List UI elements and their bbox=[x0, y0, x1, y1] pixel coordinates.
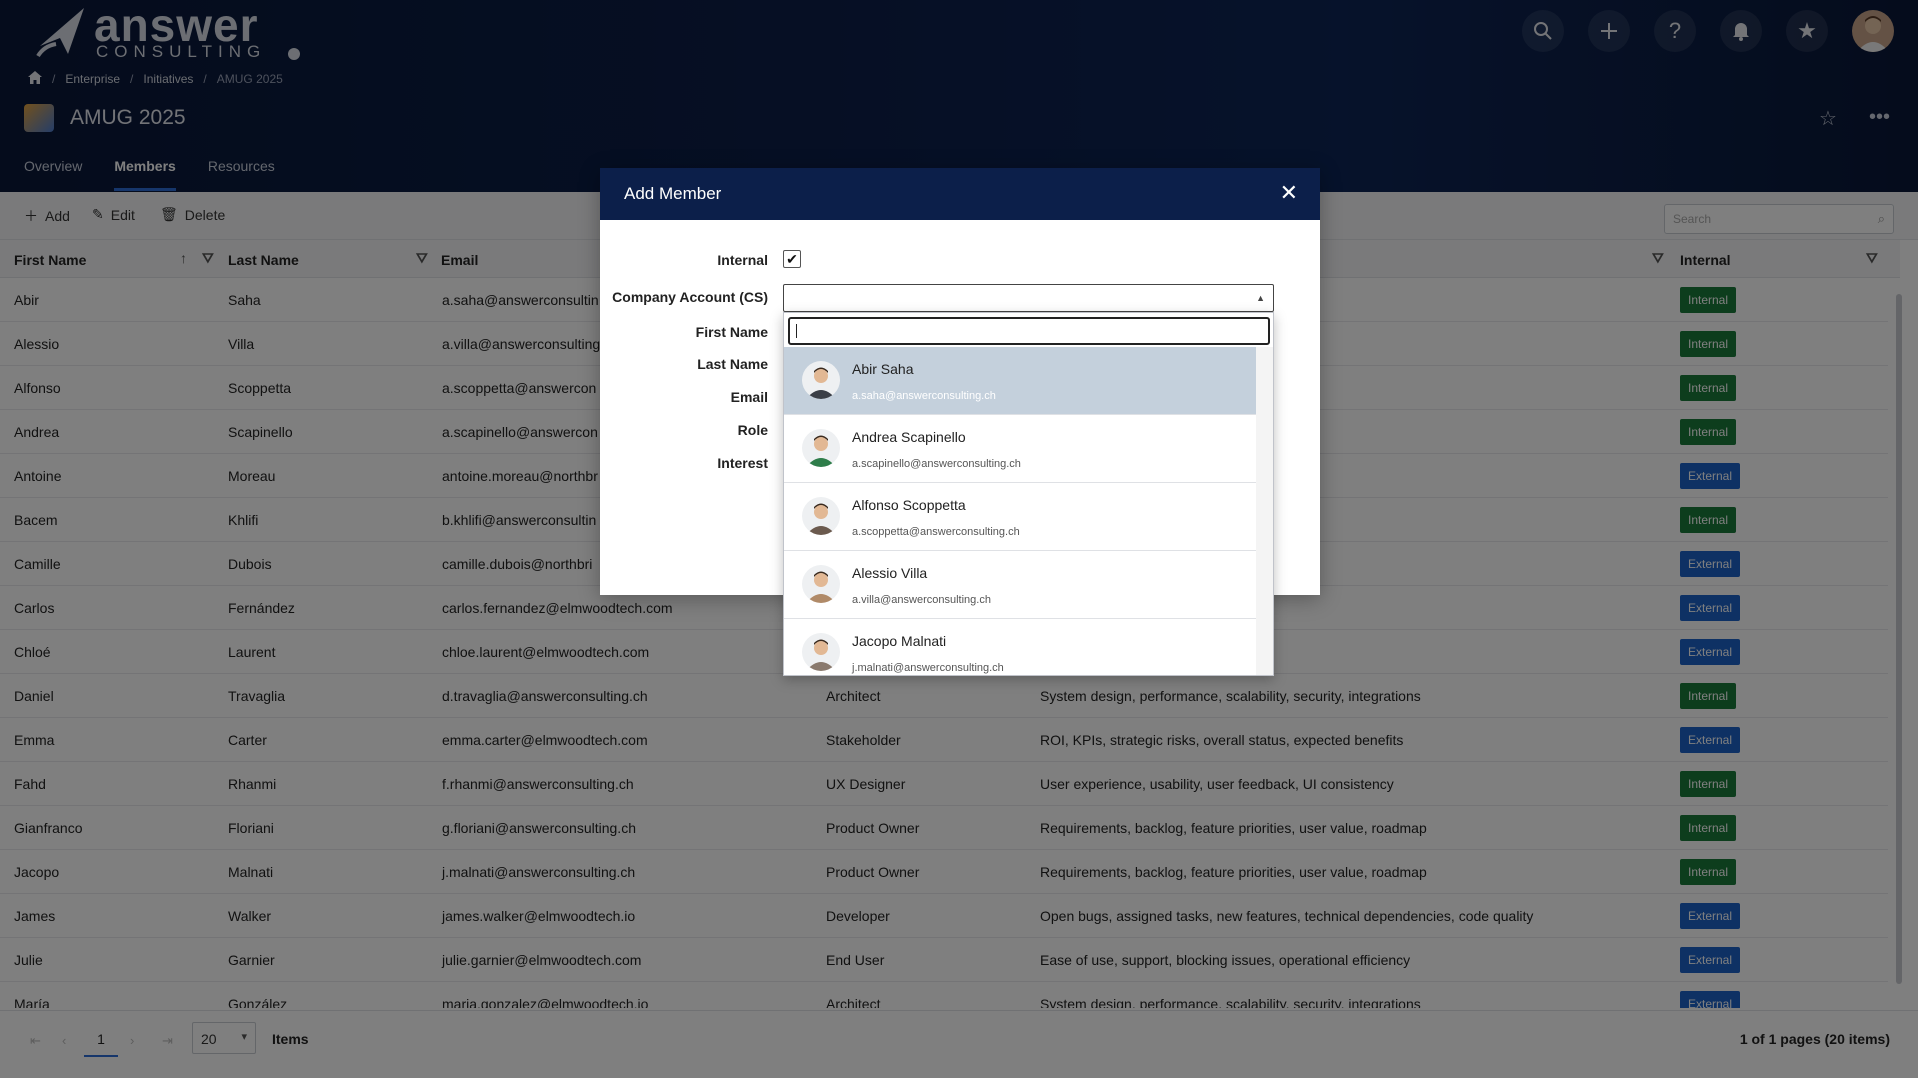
internal-checkbox[interactable]: ✔ bbox=[783, 250, 801, 268]
dropdown-option[interactable]: Andrea Scapinello a.scapinello@answercons… bbox=[784, 415, 1257, 483]
option-name: Abir Saha bbox=[852, 361, 914, 377]
option-email: j.malnati@answerconsulting.ch bbox=[852, 662, 1004, 674]
option-name: Andrea Scapinello bbox=[852, 429, 966, 445]
label-first-name: First Name bbox=[695, 324, 768, 340]
avatar bbox=[802, 565, 840, 603]
avatar bbox=[802, 429, 840, 467]
avatar bbox=[802, 633, 840, 671]
dropdown-filter-input[interactable] bbox=[788, 317, 1270, 345]
option-name: Jacopo Malnati bbox=[852, 633, 947, 649]
company-account-combobox[interactable]: ▲ bbox=[783, 284, 1274, 312]
option-name: Alfonso Scoppetta bbox=[852, 497, 966, 513]
label-last-name: Last Name bbox=[697, 356, 768, 372]
option-email: a.scoppetta@answerconsulting.ch bbox=[852, 526, 1020, 538]
company-account-dropdown: Abir Saha a.saha@answerconsulting.ch Andre… bbox=[783, 312, 1274, 676]
dropdown-option[interactable]: Jacopo Malnati j.malnati@answerconsulting… bbox=[784, 619, 1257, 675]
label-company-account: Company Account (CS) bbox=[612, 289, 768, 305]
chevron-up-icon: ▲ bbox=[1256, 293, 1265, 303]
dropdown-options: Abir Saha a.saha@answerconsulting.ch Andre… bbox=[784, 347, 1273, 675]
dropdown-option[interactable]: Abir Saha a.saha@answerconsulting.ch bbox=[784, 347, 1257, 415]
label-email: Email bbox=[730, 389, 768, 405]
option-email: a.villa@answerconsulting.ch bbox=[852, 594, 991, 606]
dialog-header: Add Member ✕ bbox=[600, 168, 1320, 220]
checkmark-icon: ✔ bbox=[786, 251, 798, 267]
option-name: Alessio Villa bbox=[852, 565, 928, 581]
dropdown-option[interactable]: Alfonso Scoppetta a.scoppetta@answerconsu… bbox=[784, 483, 1257, 551]
close-icon[interactable]: ✕ bbox=[1280, 180, 1298, 206]
label-role: Role bbox=[737, 422, 768, 438]
dropdown-scrollbar[interactable] bbox=[1256, 347, 1273, 675]
option-email: a.saha@answerconsulting.ch bbox=[852, 390, 996, 402]
dropdown-option[interactable]: Alessio Villa a.villa@answerconsulting.ch bbox=[784, 551, 1257, 619]
avatar bbox=[802, 497, 840, 535]
label-internal: Internal bbox=[717, 252, 768, 268]
label-interest: Interest bbox=[717, 455, 768, 471]
avatar bbox=[802, 361, 840, 399]
option-email: a.scapinello@answerconsulting.ch bbox=[852, 458, 1021, 470]
dialog-title: Add Member bbox=[624, 184, 722, 203]
text-caret bbox=[796, 324, 797, 338]
